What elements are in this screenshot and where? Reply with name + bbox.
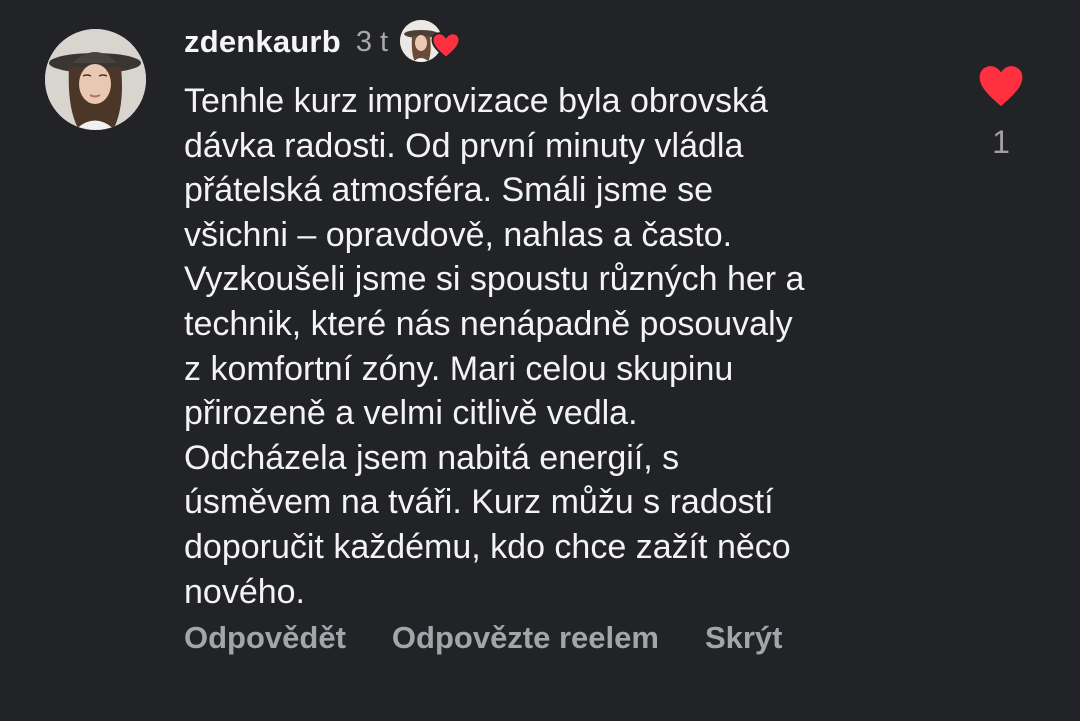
like-area: 1	[975, 65, 1027, 161]
comment: zdenkaurb 3 t Tenhle kurz improvizace by…	[0, 0, 1080, 721]
hide-button[interactable]: Skrýt	[705, 620, 783, 656]
creator-liked-badge	[400, 20, 466, 64]
heart-icon	[431, 32, 461, 59]
reply-button[interactable]: Odpovědět	[184, 620, 346, 656]
username[interactable]: zdenkaurb	[184, 24, 341, 60]
comment-actions: Odpovědět Odpovězte reelem Skrýt	[184, 620, 783, 656]
comment-header: zdenkaurb 3 t	[184, 20, 466, 64]
avatar-image	[45, 29, 146, 130]
timestamp: 3 t	[355, 25, 389, 58]
reply-with-reel-button[interactable]: Odpovězte reelem	[392, 620, 659, 656]
heart-icon[interactable]	[978, 65, 1024, 107]
avatar[interactable]	[45, 29, 146, 130]
comment-text: Tenhle kurz improvizace byla obrovská dá…	[184, 82, 805, 611]
like-count[interactable]: 1	[975, 124, 1027, 161]
